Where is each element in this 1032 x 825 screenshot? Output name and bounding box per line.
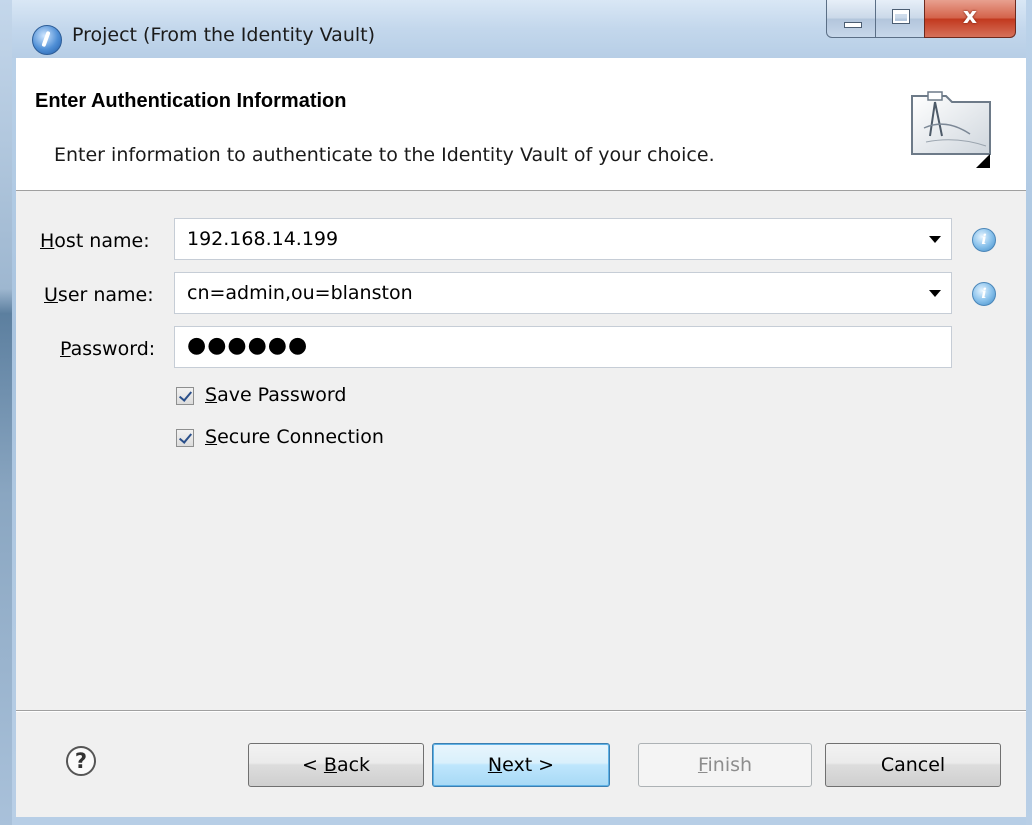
minimize-icon	[844, 22, 862, 28]
host-name-value[interactable]: 192.168.14.199	[187, 228, 338, 250]
dialog-body: Enter Authentication Information Enter i…	[16, 58, 1026, 817]
host-name-row: Host name: 192.168.14.199 i	[16, 218, 1026, 264]
user-name-value[interactable]: cn=admin,ou=blanston	[187, 282, 413, 304]
page-title: Enter Authentication Information	[35, 90, 347, 112]
user-name-dropdown-arrow-icon[interactable]	[929, 290, 941, 297]
host-name-combobox[interactable]: 192.168.14.199	[174, 218, 952, 260]
user-name-info-icon[interactable]: i	[972, 282, 996, 306]
user-name-label: User name:	[44, 284, 154, 306]
user-name-row: User name: cn=admin,ou=blanston i	[16, 272, 1026, 318]
password-masked-value[interactable]: ●●●●●●	[187, 333, 308, 358]
close-button[interactable]: x	[924, 0, 1016, 38]
next-button[interactable]: Next >	[432, 743, 610, 787]
maximize-button[interactable]	[875, 0, 925, 38]
host-name-info-icon[interactable]: i	[972, 228, 996, 252]
cancel-button[interactable]: Cancel	[825, 743, 1001, 787]
password-field[interactable]: ●●●●●●	[174, 326, 952, 368]
background-window-edge	[0, 0, 12, 825]
help-icon[interactable]: ?	[66, 746, 96, 776]
minimize-button[interactable]	[826, 0, 876, 38]
window-title: Project (From the Identity Vault)	[72, 24, 375, 46]
wizard-banner-icon	[911, 91, 991, 168]
host-name-label: Host name:	[40, 230, 150, 252]
wizard-banner: Enter Authentication Information Enter i…	[16, 58, 1026, 191]
user-name-combobox[interactable]: cn=admin,ou=blanston	[174, 272, 952, 314]
save-password-checkbox[interactable]	[176, 387, 194, 405]
window-bottom-border	[12, 817, 1026, 825]
secure-connection-label[interactable]: Secure Connection	[205, 426, 384, 448]
app-icon	[32, 25, 62, 55]
finish-button[interactable]: Finish	[638, 743, 812, 787]
page-description: Enter information to authenticate to the…	[54, 144, 715, 166]
close-icon: x	[962, 4, 978, 29]
button-bar-divider	[16, 710, 1026, 712]
host-name-dropdown-arrow-icon[interactable]	[929, 236, 941, 243]
back-button[interactable]: < Back	[248, 743, 424, 787]
maximize-icon	[892, 9, 910, 24]
secure-connection-checkbox[interactable]	[176, 429, 194, 447]
password-label: Password:	[60, 338, 156, 360]
save-password-label[interactable]: Save Password	[205, 384, 346, 406]
password-row: Password: ●●●●●●	[16, 326, 1026, 372]
